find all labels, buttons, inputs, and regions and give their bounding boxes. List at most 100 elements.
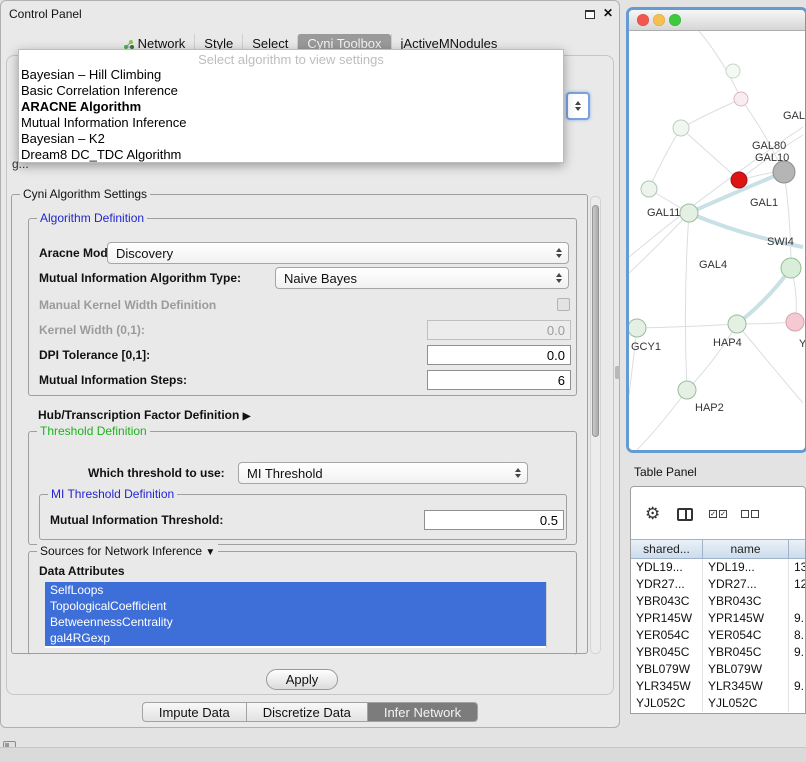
table-cell: YBL079W bbox=[703, 661, 789, 678]
algorithm-dropdown-list: Bayesian – Hill ClimbingBasic Correlatio… bbox=[19, 67, 563, 163]
network-icon bbox=[123, 38, 134, 49]
mi-type-label: Mutual Information Algorithm Type: bbox=[39, 271, 241, 285]
graph-node[interactable] bbox=[773, 161, 795, 183]
kernel-width-input bbox=[427, 320, 571, 340]
network-graph: GAL80GAL10GAL11GAL1SWI4GAL4GCY1HAP4HAP2G… bbox=[629, 31, 805, 450]
table-cell: YPR145W bbox=[703, 610, 789, 627]
graph-node[interactable] bbox=[678, 381, 696, 399]
graph-node[interactable] bbox=[728, 315, 746, 333]
zoom-traffic-light-icon[interactable] bbox=[669, 14, 681, 26]
graph-edge bbox=[637, 324, 737, 328]
node-label-hap2: HAP2 bbox=[695, 402, 724, 414]
table-row[interactable]: YDR27...YDR27...12 bbox=[631, 576, 805, 593]
table-row[interactable]: YBR045CYBR045C9. bbox=[631, 644, 805, 661]
close-traffic-light-icon[interactable] bbox=[637, 14, 649, 26]
mi-algorithm-type-select[interactable]: Naive Bayes bbox=[275, 267, 569, 289]
apply-button[interactable]: Apply bbox=[266, 669, 338, 690]
settings-group-title: Cyni Algorithm Settings bbox=[20, 187, 150, 202]
sources-group: Sources for Network Inference ▼ Data Att… bbox=[28, 551, 577, 655]
algorithm-option-dream8-dc-tdc-algorithm[interactable]: Dream8 DC_TDC Algorithm bbox=[19, 147, 563, 163]
hub-definition-label: Hub/Transcription Factor Definition bbox=[38, 408, 239, 422]
graph-edge bbox=[685, 213, 689, 390]
scrollbar-thumb[interactable] bbox=[592, 205, 599, 437]
select-all-icon[interactable]: ✓ ✓ bbox=[709, 510, 727, 518]
data-attributes-listbox: SelfLoopsTopologicalCoefficientBetweenne… bbox=[45, 582, 557, 648]
mi-threshold-input[interactable] bbox=[424, 510, 564, 530]
table-cell: 12 bbox=[789, 576, 805, 593]
table-row[interactable]: YPR145WYPR145W9. bbox=[631, 610, 805, 627]
algorithm-option-bayesian-hill-climbing[interactable]: Bayesian – Hill Climbing bbox=[19, 67, 563, 83]
algorithm-combobox-fragment[interactable] bbox=[566, 92, 590, 120]
aracne-mode-select[interactable]: Discovery bbox=[107, 242, 569, 264]
table-row[interactable]: YJL052CYJL052C bbox=[631, 695, 805, 712]
network-window-titlebar[interactable] bbox=[629, 10, 805, 31]
table-cell bbox=[789, 593, 805, 610]
combo-arrows-icon bbox=[575, 101, 581, 111]
data-attributes-list: SelfLoopsTopologicalCoefficientBetweenne… bbox=[45, 582, 546, 646]
graph-edge bbox=[629, 328, 637, 395]
algorithm-option-mutual-information-inference[interactable]: Mutual Information Inference bbox=[19, 115, 563, 131]
graph-node[interactable] bbox=[641, 181, 657, 197]
table-cell: YER054C bbox=[631, 627, 703, 644]
gear-icon[interactable]: ⚙ bbox=[645, 505, 660, 522]
bottom-tab-impute-data[interactable]: Impute Data bbox=[142, 702, 247, 722]
graph-node[interactable] bbox=[731, 172, 747, 188]
mi-steps-input[interactable] bbox=[427, 370, 571, 390]
table-panel-window: ⚙ ✓ ✓ shared...name YDL19...YDL19...13YD… bbox=[630, 486, 806, 714]
table-cell: YPR145W bbox=[631, 610, 703, 627]
dpi-tolerance-label: DPI Tolerance [0,1]: bbox=[39, 348, 150, 362]
attribute-item-topologicalcoefficient[interactable]: TopologicalCoefficient bbox=[45, 598, 546, 614]
which-threshold-label: Which threshold to use: bbox=[88, 466, 225, 480]
table-cell: YLR345W bbox=[631, 678, 703, 695]
table-row[interactable]: YBR043CYBR043C bbox=[631, 593, 805, 610]
table-row[interactable]: YLR345WYLR345W9. bbox=[631, 678, 805, 695]
column-header-shared-[interactable]: shared... bbox=[631, 539, 703, 559]
network-canvas[interactable]: GAL80GAL10GAL11GAL1SWI4GAL4GCY1HAP4HAP2G… bbox=[629, 31, 805, 450]
close-icon[interactable]: ✕ bbox=[603, 6, 613, 20]
list-scrollbar[interactable] bbox=[546, 582, 557, 648]
control-panel-title: Control Panel bbox=[9, 7, 82, 21]
graph-node[interactable] bbox=[781, 258, 801, 278]
column-selector-icon[interactable] bbox=[677, 508, 693, 521]
column-header-name[interactable]: name bbox=[703, 539, 789, 559]
hub-definition-toggle[interactable]: Hub/Transcription Factor Definition ▶ bbox=[38, 408, 250, 422]
graph-node[interactable] bbox=[629, 319, 646, 337]
sources-group-title[interactable]: Sources for Network Inference ▼ bbox=[37, 544, 218, 560]
bottom-tab-infer-network[interactable]: Infer Network bbox=[367, 702, 478, 722]
bottom-tab-discretize-data[interactable]: Discretize Data bbox=[246, 702, 368, 722]
manual-kernel-checkbox[interactable] bbox=[557, 298, 570, 311]
attribute-item-gal4rgexp[interactable]: gal4RGexp bbox=[45, 630, 546, 646]
node-label-gal: GAL bbox=[783, 110, 805, 122]
graph-edge bbox=[681, 128, 739, 180]
algorithm-option-aracne-algorithm[interactable]: ARACNE Algorithm bbox=[19, 99, 563, 115]
attribute-item-selfloops[interactable]: SelfLoops bbox=[45, 582, 546, 598]
attribute-item-betweennesscentrality[interactable]: BetweennessCentrality bbox=[45, 614, 546, 630]
which-threshold-select[interactable]: MI Threshold bbox=[238, 462, 528, 484]
algorithm-option-basic-correlation-inference[interactable]: Basic Correlation Inference bbox=[19, 83, 563, 99]
node-label-swi4: SWI4 bbox=[767, 236, 794, 248]
settings-scrollbar[interactable] bbox=[590, 196, 601, 654]
table-body: YDL19...YDL19...13YDR27...YDR27...12YBR0… bbox=[631, 559, 805, 713]
panel-resize-grip[interactable] bbox=[615, 366, 620, 379]
combo-arrows-icon bbox=[515, 468, 521, 478]
table-cell: YDR27... bbox=[703, 576, 789, 593]
minimize-traffic-light-icon[interactable] bbox=[653, 14, 665, 26]
table-row[interactable]: YBL079WYBL079W bbox=[631, 661, 805, 678]
column-header-extra[interactable] bbox=[789, 539, 806, 559]
deselect-all-icon[interactable] bbox=[741, 510, 759, 518]
table-cell: YLR345W bbox=[703, 678, 789, 695]
dpi-tolerance-input[interactable] bbox=[427, 345, 571, 365]
node-label-gal11: GAL11 bbox=[647, 207, 680, 219]
table-row[interactable]: YER054CYER054C8. bbox=[631, 627, 805, 644]
graph-node[interactable] bbox=[673, 120, 689, 136]
dropdown-placeholder: Select algorithm to view settings bbox=[19, 52, 563, 67]
table-row[interactable]: YDL19...YDL19...13 bbox=[631, 559, 805, 576]
graph-node[interactable] bbox=[680, 204, 698, 222]
graph-node[interactable] bbox=[734, 92, 748, 106]
algorithm-option-bayesian-k2[interactable]: Bayesian – K2 bbox=[19, 131, 563, 147]
graph-node[interactable] bbox=[786, 313, 804, 331]
graph-node[interactable] bbox=[726, 64, 740, 78]
float-window-icon[interactable] bbox=[585, 10, 595, 19]
table-cell: 9. bbox=[789, 610, 805, 627]
graph-edge bbox=[784, 172, 791, 268]
